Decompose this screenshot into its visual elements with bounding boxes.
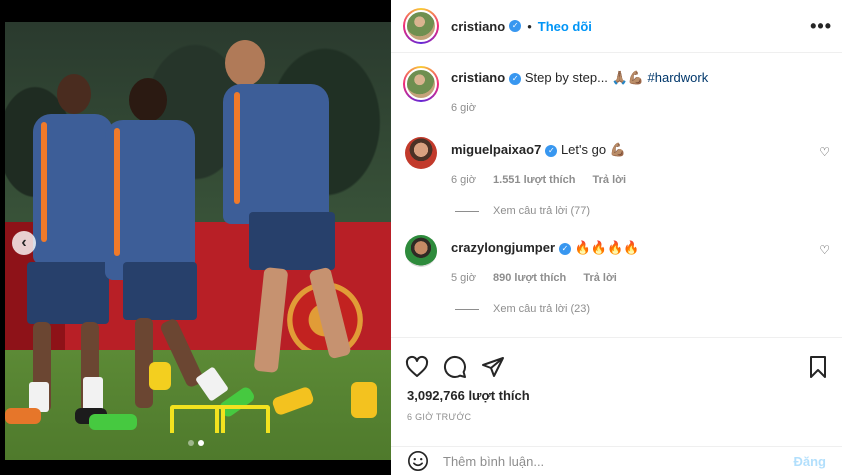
- replies-divider: [455, 308, 479, 310]
- replies-divider: [455, 210, 479, 212]
- verified-badge-icon: ✓: [559, 242, 572, 255]
- comment-item: miguelpaixao7 ✓ Let's go 💪🏽 6 giờ 1.551 l…: [403, 137, 830, 189]
- commenter-avatar[interactable]: [405, 235, 437, 267]
- caption-time[interactable]: 6 giờ: [451, 102, 476, 114]
- emoji-icon[interactable]: [407, 450, 429, 472]
- comment-time[interactable]: 6 giờ: [451, 174, 476, 186]
- comment-input[interactable]: [443, 453, 794, 469]
- comment-meta: 5 giờ 890 lượt thích Trả lời: [451, 269, 639, 287]
- comment-likes[interactable]: 1.551 lượt thích: [493, 174, 575, 186]
- comment-reply-button[interactable]: Trả lời: [593, 174, 627, 186]
- comment-body: miguelpaixao7 ✓ Let's go 💪🏽 6 giờ 1.551 l…: [451, 137, 626, 189]
- comment-likes[interactable]: 890 lượt thích: [493, 272, 566, 284]
- verified-badge-icon: ✓: [509, 72, 522, 85]
- view-replies-label: Xem câu trả lời (77): [493, 205, 591, 217]
- post-caption: cristiano ✓ Step by step... 🙏🏽💪🏽 #hardwor…: [403, 66, 830, 117]
- heart-icon[interactable]: ♡: [819, 145, 830, 159]
- author-username[interactable]: cristiano: [451, 19, 505, 34]
- post-media: ‹: [0, 0, 391, 475]
- carousel-dot-active: [198, 440, 204, 446]
- view-replies-button[interactable]: Xem câu trả lời (77): [455, 205, 830, 217]
- comment-time[interactable]: 5 giờ: [451, 272, 476, 284]
- add-comment-bar: Đăng: [391, 446, 842, 475]
- comment-item: crazylongjumper ✓ 🔥🔥🔥🔥 5 giờ 890 lượt thí…: [403, 235, 830, 287]
- header-separator: •: [527, 18, 532, 34]
- caption-body: cristiano ✓ Step by step... 🙏🏽💪🏽 #hardwor…: [451, 66, 708, 117]
- comment-text: Let's go 💪🏽: [560, 142, 626, 157]
- commenter-avatar[interactable]: [405, 137, 437, 169]
- training-hurdle: [215, 405, 270, 433]
- carousel-indicator: [188, 440, 204, 446]
- comment-username[interactable]: miguelpaixao7: [451, 142, 541, 157]
- caption-text: Step by step... 🙏🏽💪🏽: [524, 70, 644, 85]
- caption-meta: 6 giờ: [451, 99, 708, 117]
- heart-icon[interactable]: [405, 355, 429, 379]
- post-actions: 3,092,766 lượt thích 6 GIỜ TRƯỚC: [391, 337, 842, 457]
- comment-text: 🔥🔥🔥🔥: [574, 240, 640, 255]
- bookmark-icon[interactable]: [806, 355, 830, 379]
- share-icon[interactable]: [481, 355, 505, 379]
- comments-section: cristiano ✓ Step by step... 🙏🏽💪🏽 #hardwor…: [391, 54, 842, 337]
- caption-avatar[interactable]: [403, 66, 439, 102]
- post-comment-button[interactable]: Đăng: [794, 454, 827, 469]
- likes-count[interactable]: 3,092,766 lượt thích: [391, 388, 842, 403]
- verified-badge-icon: ✓: [545, 144, 558, 157]
- instagram-post-modal: ‹ cristiano ✓ • Theo dõi ••• cristiano ✓ …: [0, 0, 842, 475]
- caption-hashtag[interactable]: #hardwork: [648, 70, 709, 85]
- post-photo[interactable]: [5, 22, 391, 460]
- verified-badge-icon: ✓: [509, 20, 522, 32]
- comment-reply-button[interactable]: Trả lời: [583, 272, 617, 284]
- more-options-icon[interactable]: •••: [810, 16, 832, 37]
- post-date[interactable]: 6 GIỜ TRƯỚC: [391, 412, 842, 422]
- heart-icon[interactable]: ♡: [819, 243, 830, 257]
- caption-username[interactable]: cristiano: [451, 70, 505, 85]
- comment-icon[interactable]: [443, 355, 467, 379]
- post-sidebar: cristiano ✓ • Theo dõi ••• cristiano ✓ St…: [391, 0, 842, 475]
- view-replies-label: Xem câu trả lời (23): [493, 303, 591, 315]
- carousel-prev-button[interactable]: ‹: [12, 231, 36, 255]
- comment-username[interactable]: crazylongjumper: [451, 240, 555, 255]
- view-replies-button[interactable]: Xem câu trả lời (23): [455, 303, 830, 315]
- chevron-left-icon: ‹: [21, 234, 27, 251]
- post-header: cristiano ✓ • Theo dõi •••: [391, 0, 842, 53]
- comment-meta: 6 giờ 1.551 lượt thích Trả lời: [451, 171, 626, 189]
- carousel-dot: [188, 440, 194, 446]
- follow-button[interactable]: Theo dõi: [538, 19, 592, 34]
- author-avatar[interactable]: [403, 8, 439, 44]
- comment-body: crazylongjumper ✓ 🔥🔥🔥🔥 5 giờ 890 lượt thí…: [451, 235, 639, 287]
- action-bar: [391, 338, 842, 384]
